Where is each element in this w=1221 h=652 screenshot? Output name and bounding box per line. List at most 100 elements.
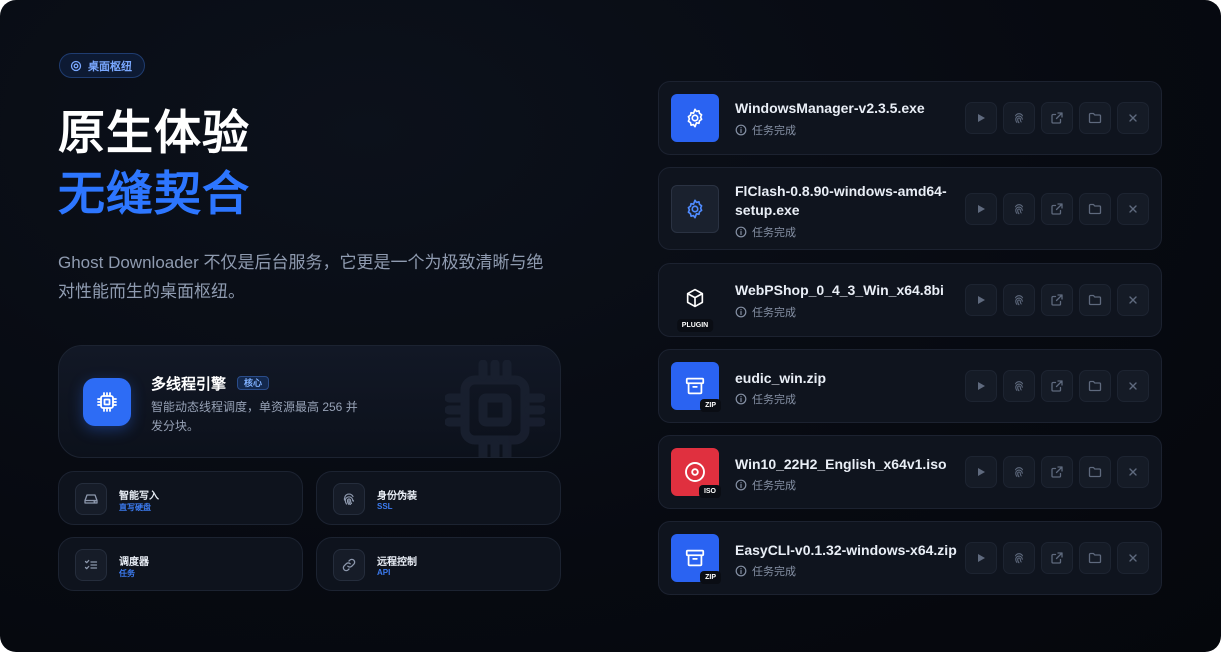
external-link-icon [1051,294,1063,306]
info-icon [735,565,747,577]
file-type-tag: ZIP [700,571,721,584]
open-folder-button[interactable] [1079,370,1111,402]
open-external-button[interactable] [1041,193,1073,225]
open-external-button[interactable] [1041,456,1073,488]
close-icon [1129,382,1137,390]
play-icon [978,468,985,476]
mini-sub: 任务 [119,569,135,578]
fingerprint-button[interactable] [1003,370,1035,402]
play-button[interactable] [965,284,997,316]
folder-icon [1088,466,1102,478]
target-icon [70,60,82,71]
file-name: FlClash-0.8.90-windows-amd64-setup.exe [735,183,947,218]
download-row[interactable]: FlClash-0.8.90-windows-amd64-setup.exe 任… [658,167,1162,250]
row-actions [965,370,1149,402]
file-status-text: 任务完成 [752,227,796,239]
play-button[interactable] [965,542,997,574]
play-icon [978,205,985,213]
open-external-button[interactable] [1041,284,1073,316]
close-icon [1129,554,1137,562]
remove-button[interactable] [1117,102,1149,134]
file-status: 任务完成 [735,224,796,240]
file-name: WindowsManager-v2.3.5.exe [735,100,925,116]
download-row[interactable]: WindowsManager-v2.3.5.exe 任务完成 [658,81,1162,155]
cpu-watermark-icon [445,360,545,457]
play-button[interactable] [965,102,997,134]
feature-badge: 核心 [237,376,270,390]
file-name: eudic_win.zip [735,370,827,386]
file-status: 任务完成 [735,477,796,493]
cpu-icon [83,378,131,426]
open-folder-button[interactable] [1079,284,1111,316]
download-row[interactable]: ISO Win10_22H2_English_x64v1.iso 任务完成 [658,435,1162,509]
row-actions [965,456,1149,488]
fingerprint-icon [1014,467,1024,478]
fingerprint-icon [1014,204,1024,215]
open-folder-button[interactable] [1079,102,1111,134]
fingerprint-button[interactable] [1003,284,1035,316]
folder-icon [1088,552,1102,564]
remove-button[interactable] [1117,456,1149,488]
mini-card-scheduler[interactable]: 调度器 任务 [58,537,303,591]
file-name: WebPShop_0_4_3_Win_x64.8bi [735,282,944,298]
fingerprint-button[interactable] [1003,193,1035,225]
remove-button[interactable] [1117,542,1149,574]
link-icon [333,549,365,581]
fingerprint-icon [1014,381,1024,392]
external-link-icon [1051,380,1063,392]
row-actions [965,193,1149,225]
fingerprint-button[interactable] [1003,456,1035,488]
mini-title: 调度器 [119,557,149,568]
play-button[interactable] [965,193,997,225]
info-icon [735,393,747,405]
remove-button[interactable] [1117,370,1149,402]
feature-card-multithread[interactable]: 多线程引擎 核心 智能动态线程调度，单资源最高 256 并发分块。 [58,345,561,458]
folder-icon [1088,294,1102,306]
hero-title-line1: 原生体验 [58,106,250,159]
feature-description: 智能动态线程调度，单资源最高 256 并发分块。 [151,400,358,433]
play-button[interactable] [965,456,997,488]
file-status: 任务完成 [735,563,796,579]
open-folder-button[interactable] [1079,193,1111,225]
download-row[interactable]: ZIP eudic_win.zip 任务完成 [658,349,1162,423]
row-actions [965,102,1149,134]
fingerprint-button[interactable] [1003,542,1035,574]
gear-icon [671,94,719,142]
fingerprint-icon [1014,553,1024,564]
file-type-tag: ZIP [700,399,721,412]
remove-button[interactable] [1117,193,1149,225]
play-button[interactable] [965,370,997,402]
external-link-icon [1051,466,1063,478]
mini-title: 身份伪装 [377,491,417,502]
pill-label: 桌面枢纽 [88,60,132,73]
close-icon [1129,468,1137,476]
file-type-tag: PLUGIN [676,319,714,332]
fingerprint-icon [333,483,365,515]
file-status-text: 任务完成 [752,566,796,578]
drive-icon [75,483,107,515]
checklist-icon [75,549,107,581]
page: 桌面枢纽 原生体验 无缝契合 Ghost Downloader 不仅是后台服务，… [0,0,1221,652]
folder-icon [1088,112,1102,124]
download-row[interactable]: PLUGIN WebPShop_0_4_3_Win_x64.8bi 任务完成 [658,263,1162,337]
mini-sub: 直写硬盘 [119,503,151,512]
play-icon [978,114,985,122]
open-folder-button[interactable] [1079,456,1111,488]
open-external-button[interactable] [1041,102,1073,134]
close-icon [1129,205,1137,213]
mini-card-identity[interactable]: 身份伪装 SSL [316,471,561,525]
mini-sub: API [377,568,391,577]
mini-card-remote[interactable]: 远程控制 API [316,537,561,591]
open-external-button[interactable] [1041,370,1073,402]
info-icon [735,226,747,238]
info-icon [735,124,747,136]
open-folder-button[interactable] [1079,542,1111,574]
file-status: 任务完成 [735,122,796,138]
download-row[interactable]: ZIP EasyCLI-v0.1.32-windows-x64.zip 任务完成 [658,521,1162,595]
fingerprint-button[interactable] [1003,102,1035,134]
remove-button[interactable] [1117,284,1149,316]
mini-title: 远程控制 [377,557,417,568]
file-status-text: 任务完成 [752,480,796,492]
open-external-button[interactable] [1041,542,1073,574]
mini-card-smart-write[interactable]: 智能写入 直写硬盘 [58,471,303,525]
